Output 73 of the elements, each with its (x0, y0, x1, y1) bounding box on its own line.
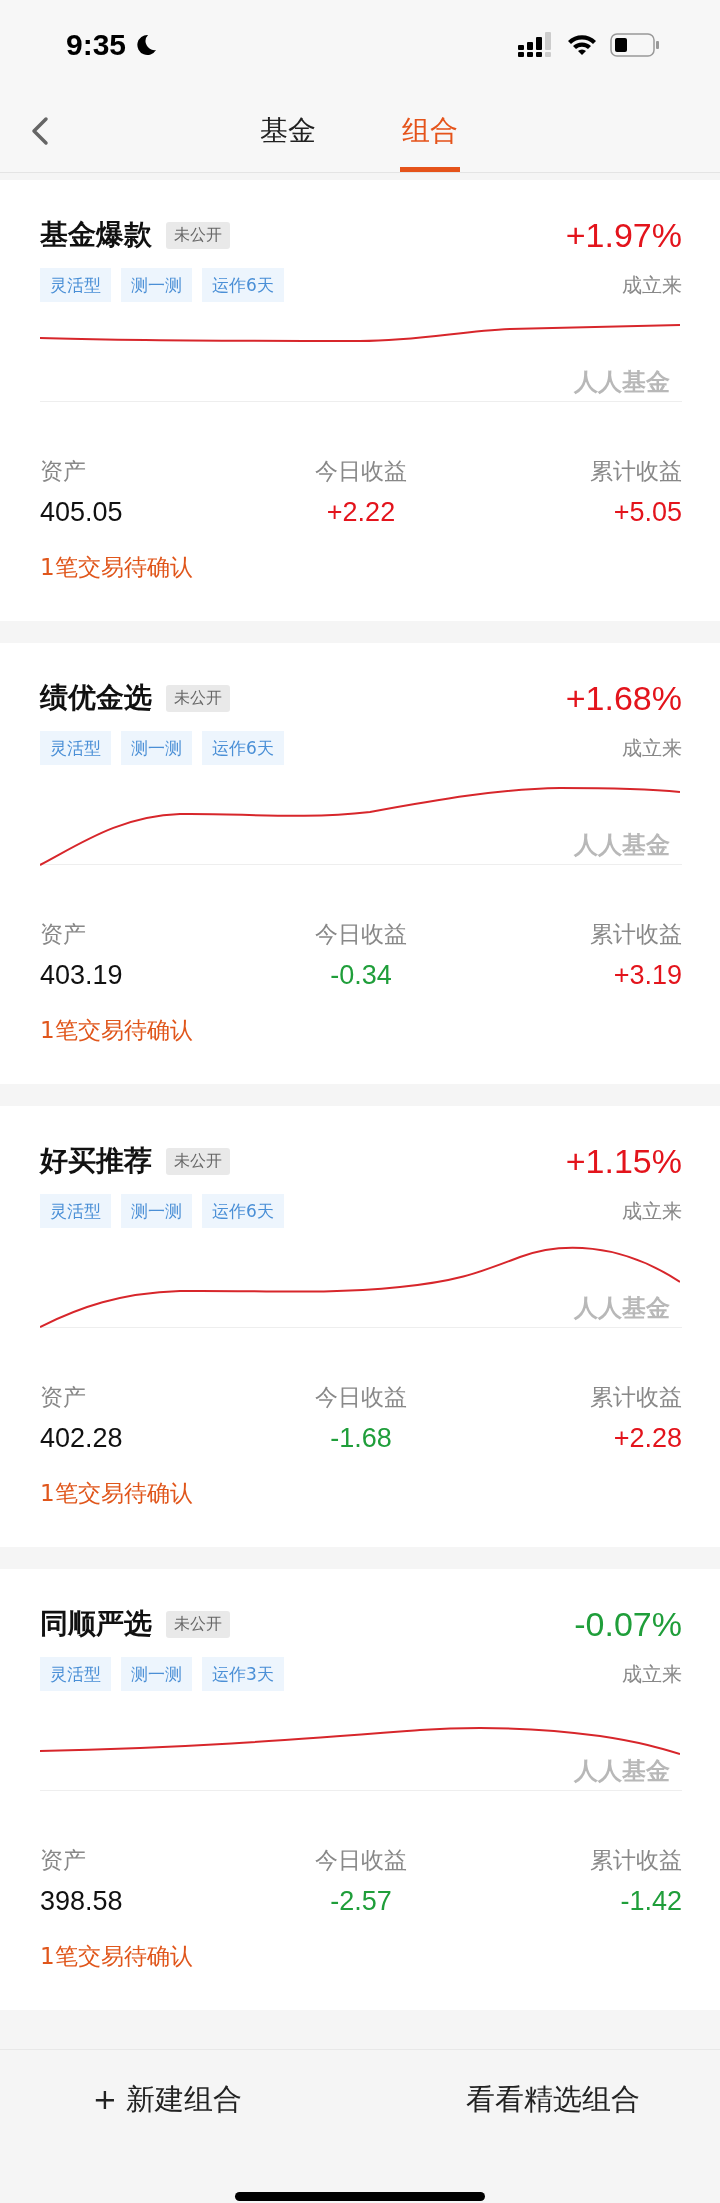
battery-icon (610, 33, 660, 57)
return-caption: 成立来 (622, 734, 682, 762)
stat-value: 403.19 (40, 959, 124, 992)
stat-label: 累计收益 (590, 920, 682, 949)
stat-value: +3.19 (613, 959, 682, 992)
status-time: 9:35 (66, 28, 127, 62)
stat-value: 402.28 (40, 1422, 124, 1455)
stat-value: -0.34 (330, 959, 392, 992)
stat-label: 资产 (40, 1846, 87, 1875)
stat-label: 累计收益 (590, 1383, 682, 1412)
private-badge: 未公开 (166, 1610, 230, 1638)
tag: 灵活型 (40, 731, 111, 765)
stat-value: +5.05 (613, 496, 682, 529)
stat-label: 今日收益 (315, 1846, 407, 1875)
portfolio-card[interactable]: 基金爆款 未公开 +1.97% 灵活型 测一测 运作6天 成立来 人人基金 资产 405.05 今日收益 +2.22 累计收益 +5.05 1笔交易待确认 (0, 180, 720, 621)
stat-value: -1.42 (620, 1885, 682, 1918)
tag: 灵活型 (40, 268, 111, 302)
stat-value: +2.22 (326, 496, 396, 529)
chart-watermark: 人人基金 (574, 367, 670, 398)
tag: 测一测 (121, 731, 192, 765)
stat-label: 今日收益 (315, 920, 407, 949)
stat-label: 今日收益 (315, 457, 407, 486)
stat-label: 资产 (40, 920, 87, 949)
tag: 运作6天 (202, 731, 284, 765)
tag: 测一测 (121, 1657, 192, 1691)
stat-value: +2.28 (613, 1422, 682, 1455)
return-value: +1.15% (565, 1141, 682, 1181)
pending-notice[interactable]: 1笔交易待确认 (40, 1939, 193, 1973)
return-value: -0.07% (574, 1604, 682, 1644)
tag: 灵活型 (40, 1194, 111, 1228)
tag: 测一测 (121, 268, 192, 302)
return-caption: 成立来 (622, 1197, 682, 1225)
tag: 灵活型 (40, 1657, 111, 1691)
chart-watermark: 人人基金 (574, 1756, 670, 1787)
pending-notice[interactable]: 1笔交易待确认 (40, 1013, 193, 1047)
return-caption: 成立来 (622, 1660, 682, 1688)
action-button[interactable]: + 新建组合 (0, 2070, 365, 2130)
return-value: +1.68% (565, 678, 682, 718)
portfolio-name: 基金爆款 (40, 217, 152, 253)
stat-label: 资产 (40, 1383, 87, 1412)
chart-watermark: 人人基金 (574, 830, 670, 861)
stat-value: -2.57 (330, 1885, 392, 1918)
portfolio-card[interactable]: 好买推荐 未公开 +1.15% 灵活型 测一测 运作6天 成立来 人人基金 资产 402.28 今日收益 -1.68 累计收益 +2.28 1笔交易待确认 (0, 1106, 720, 1547)
tag: 测一测 (121, 1194, 192, 1228)
signal-icon (518, 32, 554, 58)
return-value: +1.97% (565, 215, 682, 255)
stat-label: 累计收益 (590, 457, 682, 486)
stat-label: 资产 (40, 457, 87, 486)
stat-value: 405.05 (40, 496, 124, 529)
private-badge: 未公开 (166, 684, 230, 712)
private-badge: 未公开 (166, 1147, 230, 1175)
pending-notice[interactable]: 1笔交易待确认 (40, 1476, 193, 1510)
portfolio-card[interactable]: 绩优金选 未公开 +1.68% 灵活型 测一测 运作6天 成立来 人人基金 资产 403.19 今日收益 -0.34 累计收益 +3.19 1笔交易待确认 (0, 643, 720, 1084)
tag: 运作3天 (202, 1657, 284, 1691)
stat-label: 今日收益 (315, 1383, 407, 1412)
portfolio-name: 绩优金选 (40, 680, 152, 716)
portfolio-name: 好买推荐 (40, 1143, 152, 1179)
stat-value: -1.68 (330, 1422, 392, 1455)
chart-watermark: 人人基金 (574, 1293, 670, 1324)
nav-tab[interactable]: 组合 (400, 90, 460, 172)
return-caption: 成立来 (622, 271, 682, 299)
portfolio-name: 同顺严选 (40, 1606, 152, 1642)
private-badge: 未公开 (166, 221, 230, 249)
stat-value: 398.58 (40, 1885, 124, 1918)
wifi-icon (566, 33, 598, 57)
portfolio-card[interactable]: 同顺严选 未公开 -0.07% 灵活型 测一测 运作3天 成立来 人人基金 资产 398.58 今日收益 -2.57 累计收益 -1.42 1笔交易待确认 (0, 1569, 720, 2010)
stat-label: 累计收益 (590, 1846, 682, 1875)
tag: 运作6天 (202, 268, 284, 302)
tag: 运作6天 (202, 1194, 284, 1228)
action-button[interactable]: 看看精选组合 (365, 2070, 720, 2130)
pending-notice[interactable]: 1笔交易待确认 (40, 550, 193, 584)
nav-tab[interactable]: 基金 (258, 90, 318, 172)
moon-icon (134, 33, 159, 57)
